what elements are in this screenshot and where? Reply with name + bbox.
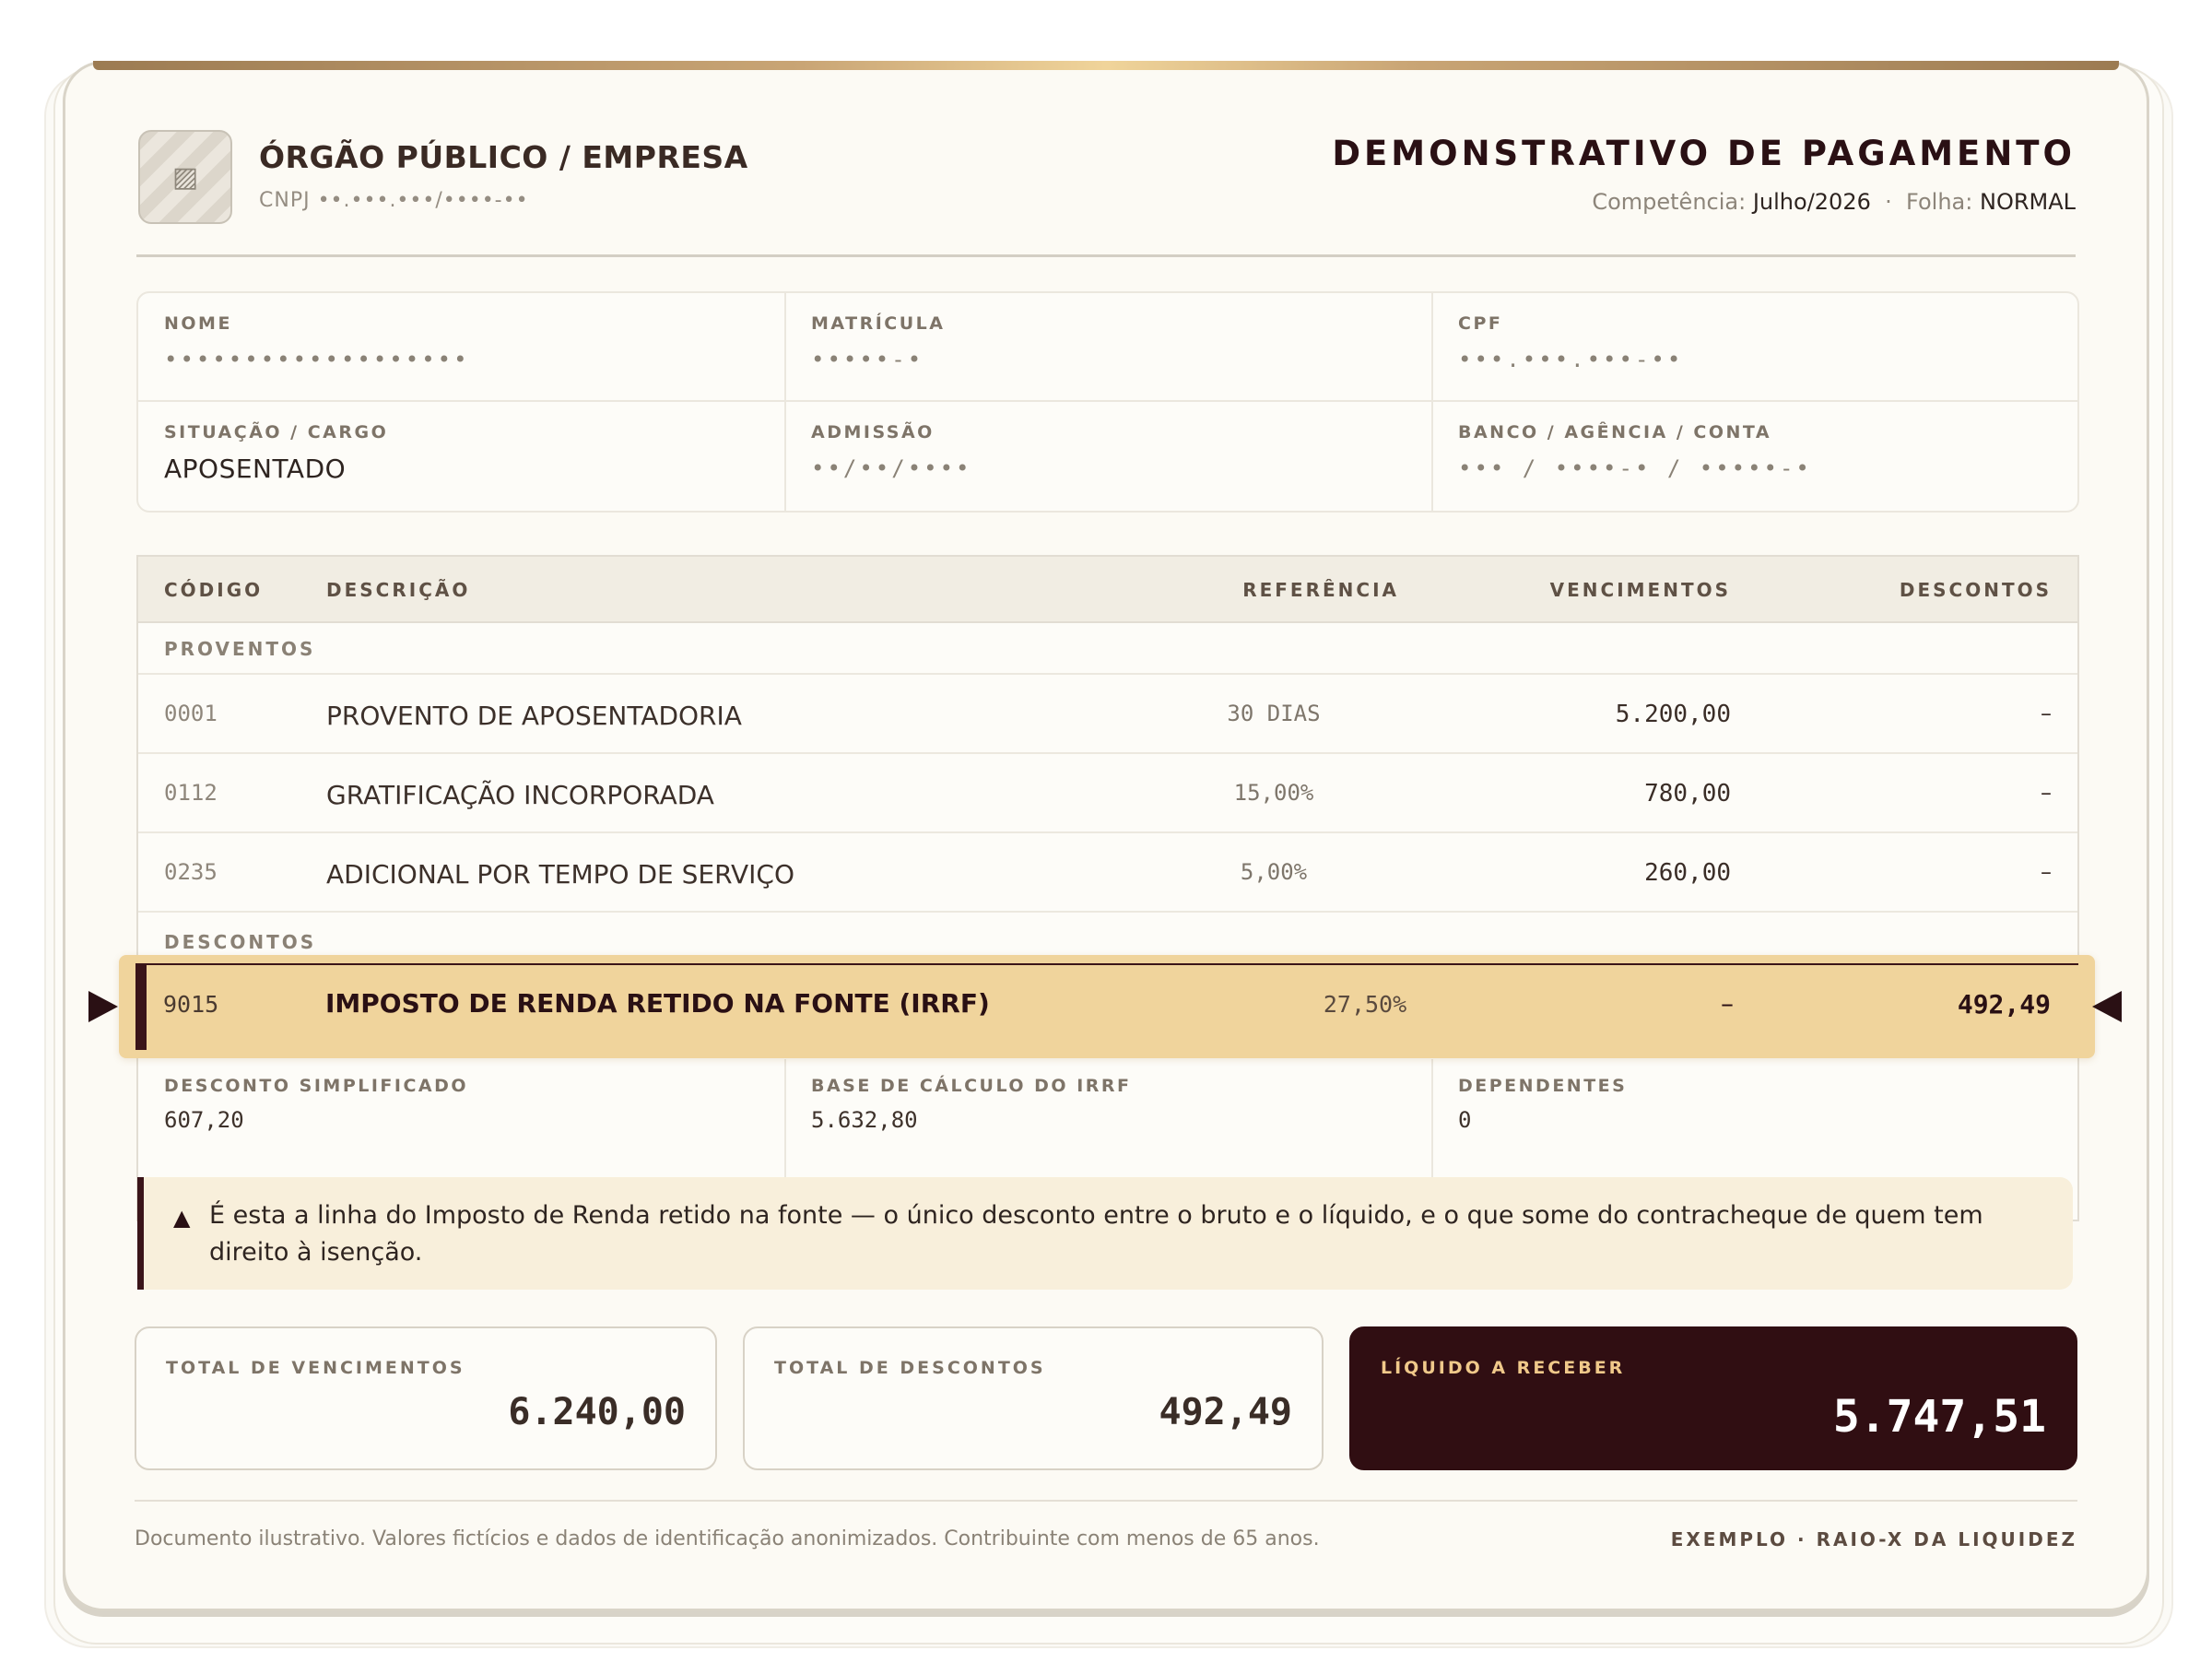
note-text: É esta a linha do Imposto de Renda retid…: [209, 1201, 1983, 1267]
field-value: •••.•••.•••-••: [1458, 347, 1684, 372]
folha-label: Folha:: [1906, 189, 1973, 215]
row-description: PROVENTO DE APOSENTADORIA: [326, 701, 742, 731]
field-cpf: CPF •••.•••.•••-••: [1432, 293, 2077, 372]
warning-triangle-icon: ▲: [173, 1205, 191, 1231]
row-description: GRATIFICAÇÃO INCORPORADA: [326, 780, 714, 810]
field-value: •••••••••••••••••••: [164, 347, 470, 372]
field-label: BANCO / AGÊNCIA / CONTA: [1458, 422, 1772, 442]
field-matricula: MATRÍCULA •••••-•: [785, 293, 1430, 372]
footer-divider: [135, 1500, 2077, 1502]
row-vencimentos: –: [1721, 988, 1734, 1019]
row-description: IMPOSTO DE RENDA RETIDO NA FONTE (IRRF): [325, 988, 990, 1019]
liquido-label: LÍQUIDO A RECEBER: [1381, 1358, 1626, 1378]
row-reference: 15,00%: [1233, 780, 1314, 806]
detail-label: DEPENDENTES: [1458, 1076, 1628, 1096]
column-header-codigo: CÓDIGO: [164, 579, 264, 601]
column-header-vencimentos: VENCIMENTOS: [1549, 579, 1731, 601]
payments-table: CÓDIGO DESCRIÇÃO REFERÊNCIA VENCIMENTOS …: [136, 555, 2079, 1221]
highlight-marker-bar: [135, 963, 147, 1050]
total-label: TOTAL DE VENCIMENTOS: [166, 1358, 465, 1378]
total-vencimentos-box: TOTAL DE VENCIMENTOS 6.240,00: [135, 1326, 717, 1470]
field-label: CPF: [1458, 313, 1503, 334]
row-code: 9015: [163, 991, 219, 1018]
field-banco: BANCO / AGÊNCIA / CONTA ••• / ••••-• / •…: [1432, 402, 2077, 481]
detail-desconto-simplificado: DESCONTO SIMPLIFICADO 607,20: [164, 1076, 468, 1133]
gold-top-border: [93, 61, 2119, 70]
field-value: •••••-•: [811, 347, 924, 372]
detail-label: BASE DE CÁLCULO DO IRRF: [811, 1076, 1132, 1096]
row-code: 0112: [164, 780, 218, 806]
separator: ·: [1885, 189, 1892, 215]
document-title: DEMONSTRATIVO DE PAGAMENTO: [1332, 134, 2076, 173]
footer-disclaimer: Documento ilustrativo. Valores fictícios…: [135, 1527, 1320, 1550]
pointer-left-icon: [2092, 991, 2122, 1022]
header-divider: [136, 254, 2076, 257]
document-subtitle: Competência: Julho/2026 · Folha: NORMAL: [1592, 189, 2076, 215]
folha-value: NORMAL: [1979, 189, 2076, 215]
detail-dependentes: DEPENDENTES 0: [1458, 1076, 1627, 1133]
identification-grid: NOME ••••••••••••••••••• MATRÍCULA •••••…: [136, 291, 2079, 513]
field-value: ••/••/••••: [811, 455, 972, 481]
table-row: 0001 PROVENTO DE APOSENTADORIA 30 DIAS 5…: [138, 673, 2077, 752]
row-code: 0235: [164, 859, 218, 885]
row-descontos: 492,49: [1957, 989, 2051, 1020]
row-vencimentos: 260,00: [1644, 859, 1731, 887]
org-cnpj: CNPJ ••.•••.•••/••••-••: [259, 189, 529, 212]
total-value: 6.240,00: [508, 1391, 686, 1433]
highlighted-row-irrf: 9015 IMPOSTO DE RENDA RETIDO NA FONTE (I…: [119, 955, 2095, 1058]
field-label: ADMISSÃO: [811, 422, 935, 442]
detail-value: 607,20: [164, 1107, 244, 1133]
row-vencimentos: 5.200,00: [1615, 701, 1731, 728]
row-description: ADICIONAL POR TEMPO DE SERVIÇO: [326, 859, 795, 890]
field-value: ••• / ••••-• / •••••-•: [1458, 455, 1812, 481]
field-situacao: SITUAÇÃO / CARGO APOSENTADO: [138, 402, 783, 484]
table-row: 0112 GRATIFICAÇÃO INCORPORADA 15,00% 780…: [138, 752, 2077, 831]
row-descontos: –: [2041, 701, 2052, 726]
row-reference: 30 DIAS: [1227, 701, 1321, 726]
total-descontos-box: TOTAL DE DESCONTOS 492,49: [743, 1326, 1324, 1470]
table-row: 0235 ADICIONAL POR TEMPO DE SERVIÇO 5,00…: [138, 831, 2077, 911]
row-reference: 5,00%: [1240, 859, 1308, 885]
detail-value: 0: [1458, 1107, 1472, 1133]
total-value: 492,49: [1159, 1391, 1293, 1433]
section-descontos: DESCONTOS: [164, 931, 317, 953]
column-header-descontos: DESCONTOS: [1899, 579, 2052, 601]
table-header: CÓDIGO DESCRIÇÃO REFERÊNCIA VENCIMENTOS …: [138, 557, 2077, 623]
total-label: TOTAL DE DESCONTOS: [774, 1358, 1046, 1378]
row-code: 0001: [164, 701, 218, 726]
row-vencimentos: 780,00: [1644, 780, 1731, 808]
pointer-right-icon: [88, 991, 118, 1022]
section-proventos: PROVENTOS: [164, 638, 316, 660]
org-name: ÓRGÃO PÚBLICO / EMPRESA: [259, 139, 748, 175]
field-label: SITUAÇÃO / CARGO: [164, 422, 389, 442]
field-label: MATRÍCULA: [811, 313, 946, 334]
field-label: NOME: [164, 313, 232, 334]
field-value: APOSENTADO: [164, 454, 347, 484]
competencia-label: Competência:: [1592, 189, 1747, 215]
detail-value: 5.632,80: [811, 1107, 918, 1133]
liquido-value: 5.747,51: [1832, 1391, 2046, 1443]
column-header-referencia: REFERÊNCIA: [1242, 579, 1399, 601]
explanation-note: ▲ É esta a linha do Imposto de Renda ret…: [137, 1177, 2073, 1290]
competencia-value: Julho/2026: [1752, 189, 1871, 215]
column-header-descricao: DESCRIÇÃO: [326, 579, 471, 601]
row-reference: 27,50%: [1323, 991, 1407, 1018]
row-descontos: –: [2041, 780, 2052, 806]
detail-base-calculo: BASE DE CÁLCULO DO IRRF 5.632,80: [811, 1076, 1132, 1133]
detail-label: DESCONTO SIMPLIFICADO: [164, 1076, 469, 1096]
field-admissao: ADMISSÃO ••/••/••••: [785, 402, 1430, 481]
image-placeholder-icon: ▨: [138, 130, 232, 224]
row-descontos: –: [2041, 859, 2052, 885]
liquido-box: LÍQUIDO A RECEBER 5.747,51: [1349, 1326, 2077, 1470]
field-nome: NOME •••••••••••••••••••: [138, 293, 783, 372]
footer-tag: EXEMPLO · RAIO-X DA LIQUIDEZ: [1670, 1528, 2077, 1550]
